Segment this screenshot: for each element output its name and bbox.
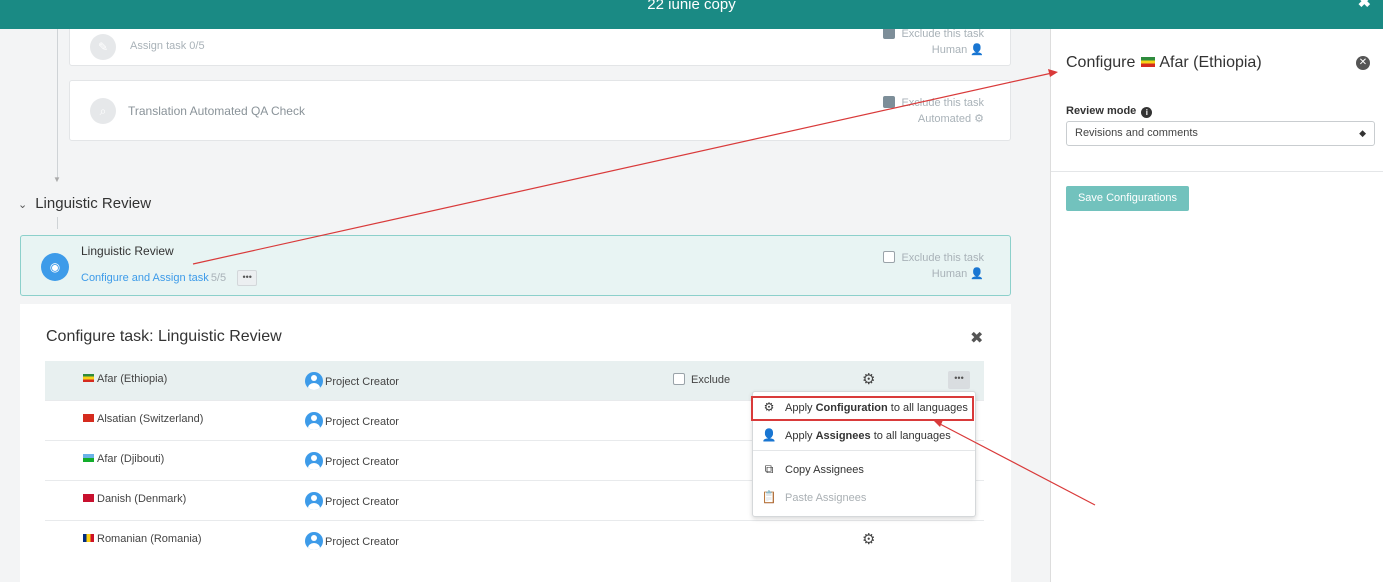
menu-divider: [753, 450, 975, 451]
info-icon: i: [1141, 107, 1153, 118]
review-mode-select[interactable]: Revisions and comments ◆: [1066, 121, 1375, 146]
timeline-line: [57, 29, 58, 179]
more-options-button[interactable]: •••: [237, 270, 258, 286]
menu-item-copy-assignees[interactable]: ⧉ Copy Assignees: [753, 462, 975, 484]
flag-icon: [83, 414, 94, 422]
user-avatar-icon: [305, 372, 323, 390]
timeline-line: [57, 217, 58, 229]
task-meta: Exclude this task Human 👤: [883, 250, 984, 282]
side-config-panel: Configure Afar (Ethiopia) ✕ Review mode i …: [1050, 29, 1383, 582]
context-menu: ⚙ Apply Configuration to all languages 👤 A…: [751, 391, 976, 517]
close-window-icon[interactable]: ✖: [1358, 0, 1371, 11]
task-label: Assign task 0/5: [130, 40, 205, 52]
gear-icon[interactable]: ⚙: [862, 370, 875, 388]
configure-assign-link[interactable]: Configure and Assign task 5/5 •••: [81, 270, 258, 286]
save-configurations-button[interactable]: Save Configurations: [1066, 186, 1189, 211]
window-title: 22 iunie copy: [647, 0, 736, 13]
timeline-arrow-icon: ▼: [53, 175, 61, 184]
search-icon: ⌕: [90, 98, 116, 124]
eye-icon: ◉: [41, 253, 69, 281]
divider: [1051, 171, 1383, 172]
close-icon[interactable]: ✖: [970, 328, 983, 348]
review-mode-label: Review mode i: [1066, 105, 1153, 118]
flag-icon: [83, 534, 94, 542]
menu-item-apply-assignees[interactable]: 👤 Apply Assignees to all languages: [753, 428, 975, 450]
task-meta: Exclude this task Human 👤: [883, 29, 984, 58]
paste-icon: 📋: [761, 490, 777, 504]
user-icon: 👤: [970, 44, 984, 56]
window-title-bar: 22 iunie copy ✖: [0, 0, 1383, 29]
flag-icon: [83, 374, 94, 382]
flag-icon: [83, 494, 94, 502]
flag-icon: [83, 454, 94, 462]
gear-icon[interactable]: ⚙: [862, 530, 875, 548]
user-avatar-icon: [305, 492, 323, 510]
user-avatar-icon: [305, 412, 323, 430]
task-card-linguistic-review[interactable]: ◉ Linguistic Review Configure and Assign…: [20, 235, 1011, 296]
section-header[interactable]: ⌄ Linguistic Review: [18, 195, 151, 212]
task-label: Translation Automated QA Check: [128, 104, 305, 118]
menu-item-paste-assignees[interactable]: 📋 Paste Assignees: [753, 490, 975, 512]
exclude-checkbox[interactable]: [883, 96, 896, 108]
user-icon: 👤: [970, 268, 984, 280]
table-row[interactable]: Romanian (Romania) Project Creator ⚙: [45, 521, 984, 561]
more-options-button[interactable]: •••: [948, 371, 970, 389]
exclude-checkbox[interactable]: [883, 251, 896, 263]
section-title: Linguistic Review: [35, 195, 152, 212]
pencil-icon: ✎: [90, 34, 116, 60]
highlight-box: [751, 396, 974, 421]
copy-icon: ⧉: [764, 462, 774, 476]
user-avatar-icon: [305, 532, 323, 550]
gear-icon: ⚙: [974, 113, 984, 125]
task-meta: Exclude this task Automated ⚙: [883, 95, 984, 127]
panel-title: Configure task: Linguistic Review: [46, 328, 282, 345]
task-card-qa[interactable]: ⌕ Translation Automated QA Check Exclude…: [69, 80, 1011, 141]
chevron-down-icon: ⌄: [18, 199, 28, 211]
sort-caret-icon: ◆: [1359, 128, 1366, 138]
exclude-checkbox[interactable]: [673, 373, 685, 385]
exclude-checkbox[interactable]: [883, 29, 896, 39]
user-icon: 👤: [761, 428, 777, 442]
flag-icon: [1141, 57, 1156, 67]
task-card-assign[interactable]: ✎ Assign task 0/5 Exclude this task Huma…: [69, 29, 1011, 66]
close-circle-icon[interactable]: ✕: [1356, 56, 1370, 70]
user-avatar-icon: [305, 452, 323, 470]
task-name: Linguistic Review: [81, 244, 174, 258]
side-panel-title: Configure Afar (Ethiopia): [1066, 54, 1262, 71]
